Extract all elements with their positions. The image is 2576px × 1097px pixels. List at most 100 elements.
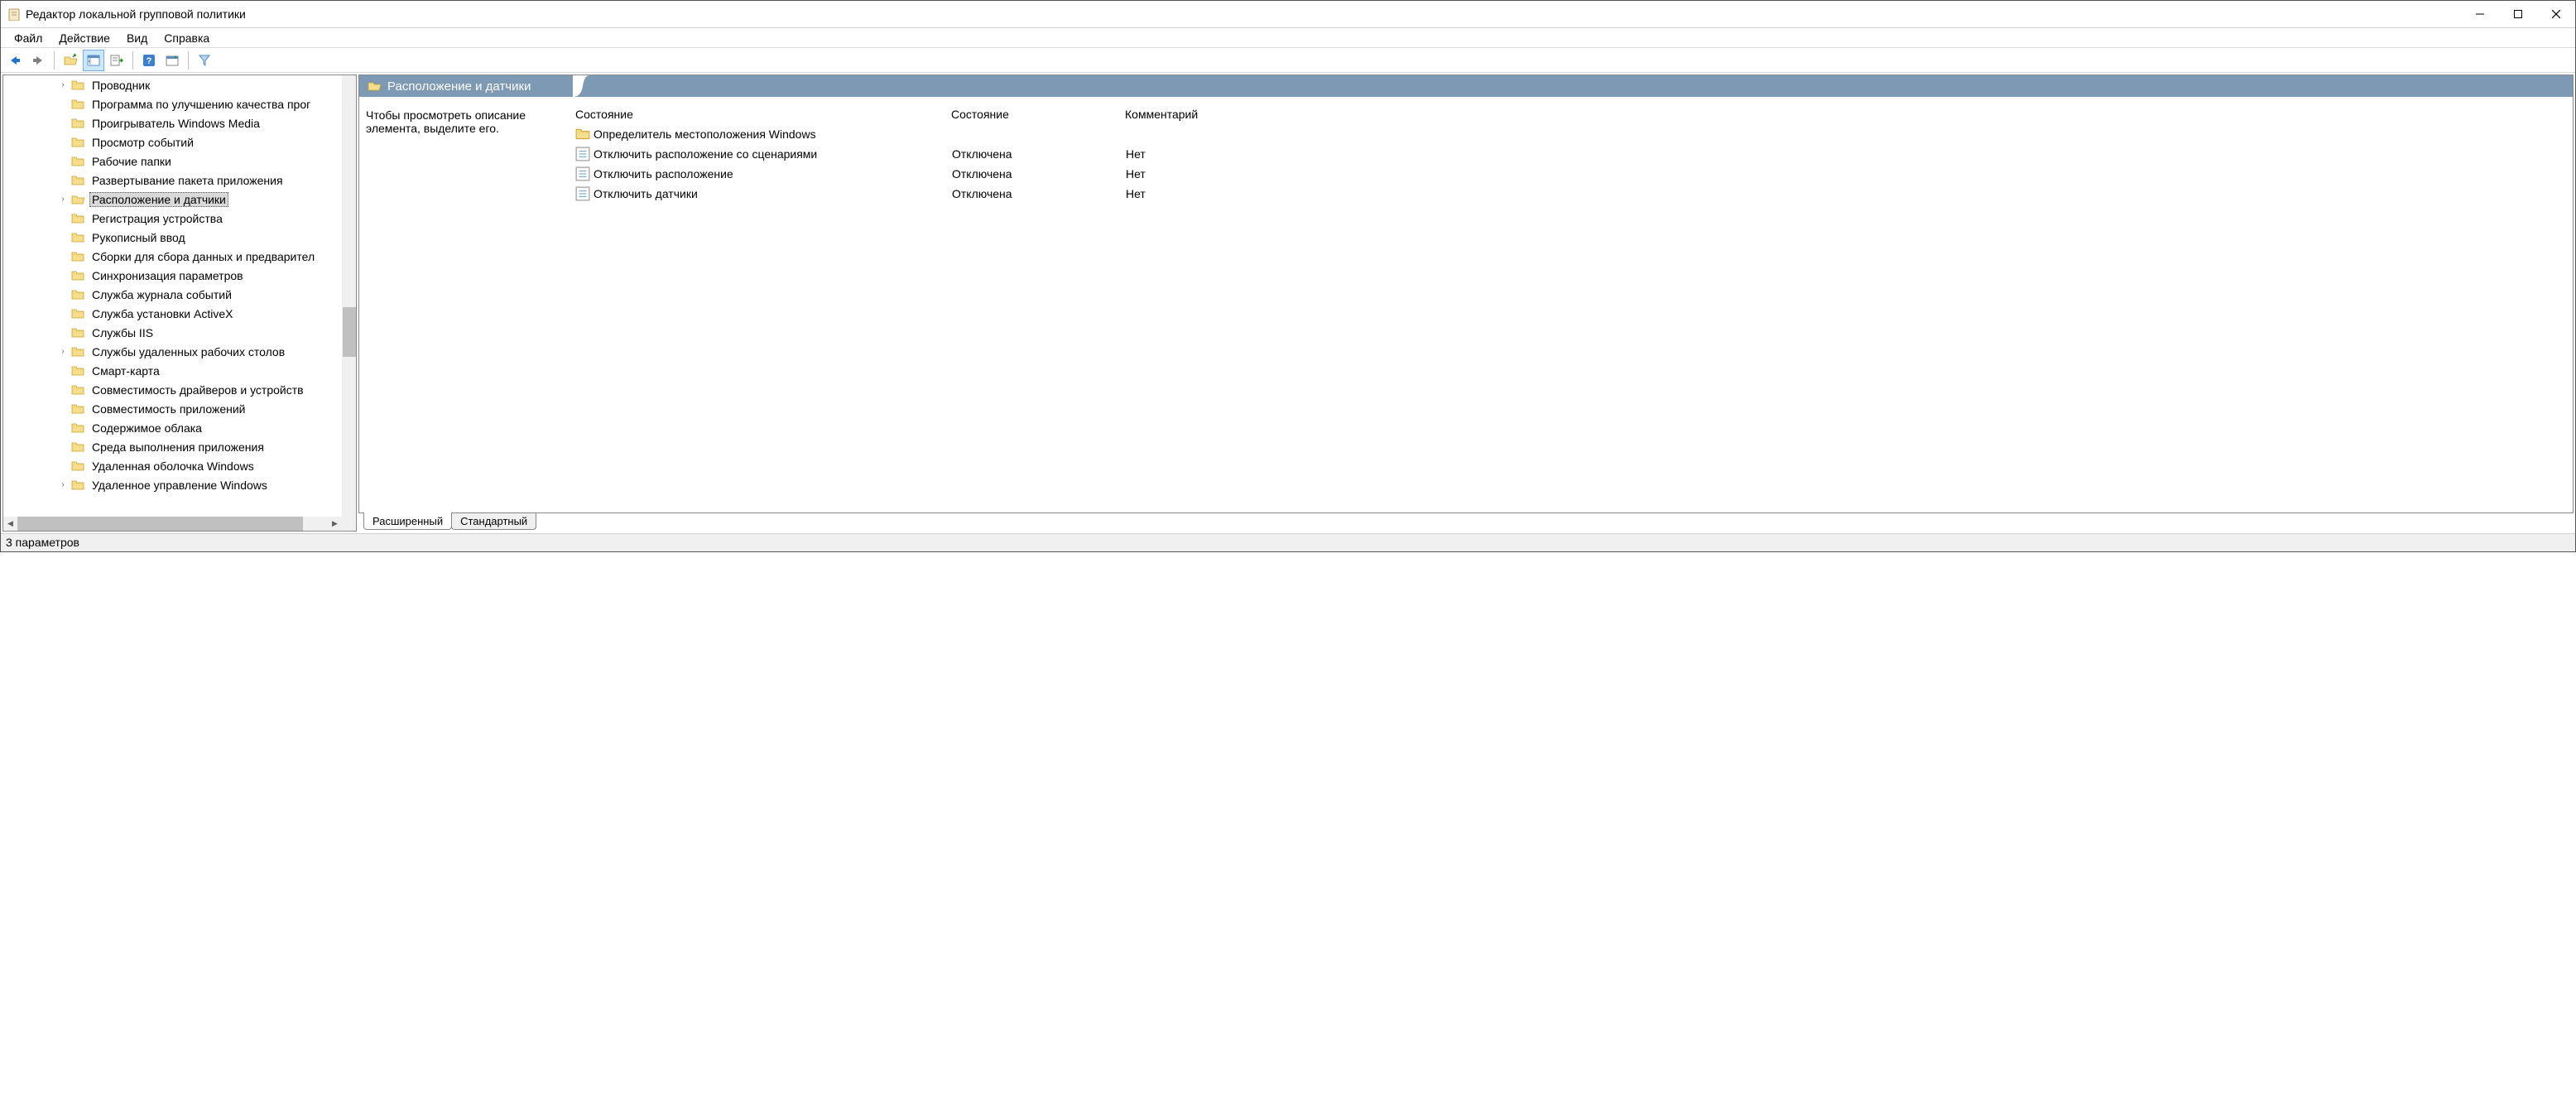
tree-horizontal-thumb[interactable] bbox=[17, 517, 303, 531]
menu-view[interactable]: Вид bbox=[118, 29, 156, 47]
tree-item[interactable]: Регистрация устройства bbox=[3, 209, 356, 228]
row-state: Отключена bbox=[952, 147, 1126, 161]
setting-icon bbox=[575, 147, 590, 161]
folder-icon bbox=[71, 99, 84, 110]
tree-item[interactable]: ›Расположение и датчики bbox=[3, 190, 356, 209]
tree-item-label: Среда выполнения приложения bbox=[89, 440, 267, 455]
folder-icon bbox=[71, 118, 84, 129]
tree-item-label: Синхронизация параметров bbox=[89, 268, 246, 283]
tree-item[interactable]: Просмотр событий bbox=[3, 132, 356, 152]
options-button[interactable] bbox=[161, 50, 183, 71]
tree-item[interactable]: Проигрыватель Windows Media bbox=[3, 113, 356, 132]
tree-vertical-scrollbar[interactable] bbox=[342, 75, 356, 517]
list-row[interactable]: Отключить расположениеОтключенаНет bbox=[574, 164, 2573, 184]
statusbar: 3 параметров bbox=[1, 533, 2575, 551]
tree-item[interactable]: Совместимость приложений bbox=[3, 399, 356, 418]
back-button[interactable] bbox=[4, 50, 26, 71]
tree-item-label: Сборки для сбора данных и предварител bbox=[89, 249, 317, 264]
tree-hscroll-right[interactable]: ▶ bbox=[328, 517, 342, 531]
tree-item-label: Службы IIS bbox=[89, 325, 156, 340]
minimize-button[interactable] bbox=[2461, 1, 2499, 27]
tree-item[interactable]: Рабочие папки bbox=[3, 152, 356, 171]
folder-icon bbox=[71, 346, 84, 358]
tree-horizontal-scrollbar[interactable]: ◀ ▶ bbox=[3, 517, 342, 531]
menu-help[interactable]: Справка bbox=[156, 29, 218, 47]
folder-icon bbox=[71, 232, 84, 243]
svg-text:?: ? bbox=[147, 56, 152, 66]
expand-icon[interactable]: › bbox=[56, 80, 70, 89]
folder-icon bbox=[71, 441, 84, 453]
tree-item[interactable]: Синхронизация параметров bbox=[3, 266, 356, 285]
tree-item[interactable]: Сборки для сбора данных и предварител bbox=[3, 247, 356, 266]
header-state[interactable]: Состояние bbox=[951, 108, 1125, 121]
toolbar-separator bbox=[132, 51, 133, 70]
list-row[interactable]: Отключить датчикиОтключенаНет bbox=[574, 184, 2573, 204]
tree-vertical-thumb[interactable] bbox=[343, 307, 356, 357]
folder-icon bbox=[71, 403, 84, 415]
list-row[interactable]: Отключить расположение со сценариямиОткл… bbox=[574, 144, 2573, 164]
titlebar: Редактор локальной групповой политики bbox=[1, 1, 2575, 28]
tree-pane: ›Проводник Программа по улучшению качеств… bbox=[2, 75, 357, 532]
folder-icon bbox=[71, 175, 84, 186]
forward-button[interactable] bbox=[27, 50, 49, 71]
expand-icon[interactable]: › bbox=[56, 347, 70, 356]
toolbar: ? bbox=[1, 48, 2575, 73]
tree-item-label: Смарт-карта bbox=[89, 363, 162, 378]
filter-button[interactable] bbox=[194, 50, 215, 71]
folder-icon bbox=[368, 80, 381, 92]
tab-extended[interactable]: Расширенный bbox=[363, 513, 452, 530]
tree-item[interactable]: Удаленная оболочка Windows bbox=[3, 456, 356, 475]
menu-action[interactable]: Действие bbox=[50, 29, 118, 47]
header-comment[interactable]: Комментарий bbox=[1125, 108, 2573, 121]
window-controls bbox=[2461, 1, 2575, 27]
row-name: Отключить датчики bbox=[594, 187, 952, 200]
up-button[interactable] bbox=[60, 50, 81, 71]
expand-icon[interactable]: › bbox=[56, 195, 70, 204]
tree-item[interactable]: Среда выполнения приложения bbox=[3, 437, 356, 456]
tree-item[interactable]: Служба установки ActiveX bbox=[3, 304, 356, 323]
tree-item[interactable]: Программа по улучшению качества прог bbox=[3, 94, 356, 113]
folder-icon bbox=[71, 460, 84, 472]
tree-item[interactable]: ›Удаленное управление Windows bbox=[3, 475, 356, 494]
tree-item[interactable]: Совместимость драйверов и устройств bbox=[3, 380, 356, 399]
banner-title: Расположение и датчики bbox=[387, 79, 531, 94]
tree-item[interactable]: Службы IIS bbox=[3, 323, 356, 342]
tree-item-label: Проигрыватель Windows Media bbox=[89, 116, 262, 131]
banner-curve bbox=[573, 75, 589, 97]
tree-item[interactable]: Служба журнала событий bbox=[3, 285, 356, 304]
export-list-button[interactable] bbox=[106, 50, 127, 71]
tree-hscroll-left[interactable]: ◀ bbox=[3, 517, 17, 531]
help-button[interactable]: ? bbox=[138, 50, 160, 71]
menu-file[interactable]: Файл bbox=[6, 29, 50, 47]
right-wrapper: Расположение и датчики Чтобы просмотреть… bbox=[358, 75, 2574, 532]
tree-item[interactable]: ›Службы удаленных рабочих столов bbox=[3, 342, 356, 361]
tree-item[interactable]: Содержимое облака bbox=[3, 418, 356, 437]
folder-icon bbox=[71, 270, 84, 281]
tree-item[interactable]: Смарт-карта bbox=[3, 361, 356, 380]
tree-item[interactable]: ›Проводник bbox=[3, 75, 356, 94]
list-header: Состояние Состояние Комментарий bbox=[574, 104, 2573, 124]
tree-scroll[interactable]: ›Проводник Программа по улучшению качеств… bbox=[3, 75, 356, 531]
tree-item[interactable]: Развертывание пакета приложения bbox=[3, 171, 356, 190]
folder-icon bbox=[71, 213, 84, 224]
close-button[interactable] bbox=[2537, 1, 2575, 27]
row-state: Отключена bbox=[952, 167, 1126, 180]
show-hide-tree-button[interactable] bbox=[83, 50, 104, 71]
header-name[interactable]: Состояние bbox=[574, 108, 951, 121]
tab-standard[interactable]: Стандартный bbox=[451, 513, 536, 530]
bottom-tabs: Расширенный Стандартный bbox=[358, 513, 2574, 532]
folder-icon bbox=[71, 289, 84, 301]
row-name: Отключить расположение со сценариями bbox=[594, 147, 952, 161]
tree-item-label: Программа по улучшению качества прог bbox=[89, 97, 313, 112]
folder-icon bbox=[71, 327, 84, 339]
list-row[interactable]: Определитель местоположения Windows bbox=[574, 124, 2573, 144]
folder-icon bbox=[71, 137, 84, 148]
tree-item-label: Рабочие папки bbox=[89, 154, 174, 169]
row-state: Отключена bbox=[952, 187, 1126, 200]
maximize-button[interactable] bbox=[2499, 1, 2537, 27]
tree-item[interactable]: Рукописный ввод bbox=[3, 228, 356, 247]
row-name: Определитель местоположения Windows bbox=[594, 128, 952, 141]
tree-item-label: Регистрация устройства bbox=[89, 211, 225, 226]
expand-icon[interactable]: › bbox=[56, 480, 70, 489]
toolbar-separator bbox=[188, 51, 189, 70]
